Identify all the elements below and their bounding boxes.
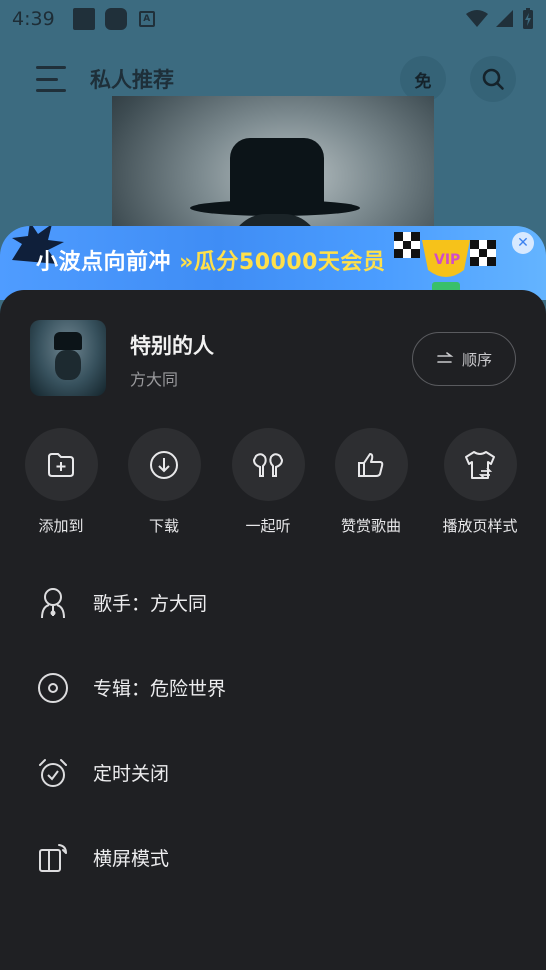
search-button[interactable] — [470, 56, 516, 102]
album-icon — [38, 672, 68, 703]
free-badge-label: 免 — [414, 71, 432, 92]
thumbs-up-icon — [358, 452, 384, 477]
listen-together-circle — [231, 428, 305, 501]
status-time: 4:39 — [12, 8, 55, 30]
add-to-label: 添加到 — [38, 517, 84, 535]
tip-song-label: 赞赏歌曲 — [340, 517, 401, 535]
download-button[interactable]: 下载 — [109, 428, 219, 536]
download-circle — [127, 428, 201, 501]
download-icon — [150, 450, 178, 479]
folder-add-icon — [48, 452, 74, 477]
timer-item[interactable]: 定时关闭 — [36, 730, 516, 815]
status-icons — [466, 8, 534, 30]
timer-label: 定时关闭 — [93, 763, 170, 785]
tip-song-button[interactable]: 赞赏歌曲 — [316, 428, 426, 536]
search-icon — [482, 68, 504, 90]
play-order-label: 顺序 — [461, 350, 492, 369]
listen-together-label: 一起听 — [245, 517, 291, 535]
signal-icon — [496, 10, 513, 27]
sequential-icon — [437, 352, 454, 363]
action-sheet: 特别的人 方大同 顺序 添加到 下载 一起听 赞赏歌曲 播放页样式 歌手：方大同… — [0, 290, 546, 970]
menu-icon[interactable] — [36, 66, 68, 92]
banner-close-button[interactable]: ✕ — [512, 232, 534, 254]
player-style-circle — [443, 428, 517, 501]
shirt-icon — [465, 450, 495, 479]
song-info: 特别的人 方大同 顺序 — [30, 320, 516, 400]
wifi-icon — [466, 10, 488, 27]
banner-text: 小波点向前冲 »瓜分50000天会员 — [36, 250, 386, 275]
song-thumbnail — [30, 320, 106, 396]
song-title: 特别的人 — [130, 334, 214, 358]
battery-icon — [523, 8, 533, 29]
landscape-item[interactable]: 横屏模式 — [36, 815, 516, 900]
album-item[interactable]: 专辑：危险世界 — [36, 645, 516, 730]
add-to-circle — [24, 428, 98, 501]
app-notification-icon — [104, 8, 127, 30]
action-row: 添加到 下载 一起听 赞赏歌曲 播放页样式 — [24, 428, 524, 538]
notification-icon — [72, 8, 95, 30]
earbuds-icon — [252, 452, 284, 477]
song-artist: 方大同 — [130, 370, 179, 389]
play-order-button[interactable]: 顺序 — [412, 332, 516, 386]
singer-item[interactable]: 歌手：方大同 — [36, 560, 516, 645]
trophy-icon: VIP — [394, 232, 496, 296]
close-icon: ✕ — [517, 235, 529, 251]
album-label: 专辑：危险世界 — [93, 678, 227, 700]
listen-together-button[interactable]: 一起听 — [213, 428, 323, 536]
promo-banner[interactable]: 小波点向前冲 »瓜分50000天会员 VIP ✕ — [0, 226, 546, 300]
keyboard-icon: A — [138, 11, 155, 27]
singer-label: 歌手：方大同 — [93, 593, 208, 615]
singer-icon — [41, 587, 65, 618]
page-title: 私人推荐 — [90, 68, 174, 92]
landscape-label: 横屏模式 — [93, 848, 170, 870]
add-to-button[interactable]: 添加到 — [6, 428, 116, 536]
tip-song-circle — [334, 428, 408, 501]
player-style-button[interactable]: 播放页样式 — [425, 428, 535, 536]
svg-text:VIP: VIP — [434, 252, 460, 268]
menu-list: 歌手：方大同 专辑：危险世界 定时关闭 横屏模式 — [36, 560, 516, 900]
landscape-icon — [39, 843, 67, 872]
status-bar: 4:39 A — [0, 0, 546, 38]
alarm-icon — [39, 758, 67, 787]
player-style-label: 播放页样式 — [442, 517, 518, 535]
download-label: 下载 — [148, 517, 179, 535]
